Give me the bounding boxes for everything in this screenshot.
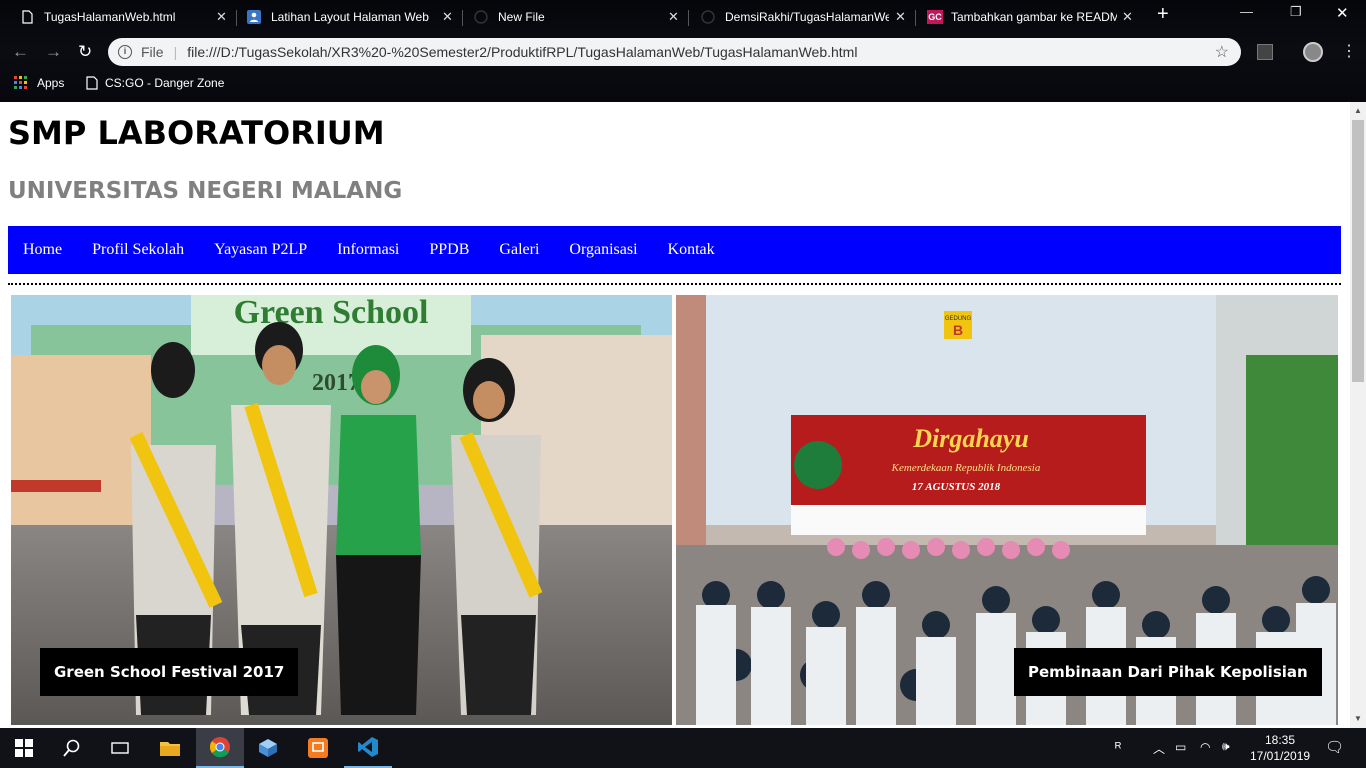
tab-title: Latihan Layout Halaman Web	[271, 10, 429, 24]
menu-item-kontak[interactable]: Kontak	[668, 241, 715, 259]
tab-2[interactable]: Latihan Layout Halaman Web	[247, 4, 447, 30]
banner-title: Dirgahayu	[912, 424, 1029, 453]
tab-3[interactable]: New File	[474, 4, 674, 30]
search-icon	[63, 739, 80, 757]
scroll-down-icon[interactable]: ▼	[1354, 714, 1362, 723]
menu-item-profil-sekolah[interactable]: Profil Sekolah	[92, 241, 184, 259]
clock[interactable]: 18:35 17/01/2019	[1250, 732, 1310, 764]
minimize-icon[interactable]: —	[1240, 4, 1253, 19]
new-tab-icon[interactable]: +	[1157, 3, 1169, 26]
taskbar: ᴿ ︿ ▭ ◠ 🕪 18:35 17/01/2019 🗨	[0, 728, 1366, 768]
tab-title: New File	[498, 10, 545, 24]
close-tab-icon[interactable]: ✕	[668, 9, 679, 25]
page-icon	[86, 76, 98, 90]
task-view-button[interactable]	[96, 728, 144, 768]
clock-date: 17/01/2019	[1250, 749, 1311, 763]
taskbar-powerpoint[interactable]	[294, 728, 342, 768]
banner-date: 17 AGUSTUS 2018	[912, 481, 1001, 493]
start-button[interactable]	[0, 728, 48, 768]
page-subtitle: UNIVERSITAS NEGERI MALANG	[8, 178, 403, 204]
divider	[8, 283, 1341, 285]
gallery-photo-kepolisian[interactable]: GEDUNG B Dirgahayu Kemerdekaan Republik …	[676, 295, 1338, 725]
close-tab-icon[interactable]: ✕	[442, 9, 453, 25]
notification-icon[interactable]: 🗨	[1325, 738, 1344, 756]
building-letter: B	[953, 322, 963, 338]
menu-item-ppdb[interactable]: PPDB	[429, 241, 469, 259]
url-text[interactable]: file:///D:/TugasSekolah/XR3%20-%20Semest…	[187, 44, 857, 60]
chrome-icon	[210, 737, 230, 758]
folder-icon	[160, 742, 180, 756]
main-menu: Home Profil Sekolah Yayasan P2LP Informa…	[8, 226, 1341, 274]
github-icon	[701, 10, 715, 24]
back-icon[interactable]: ←	[12, 42, 29, 62]
wifi-icon[interactable]: ◠	[1200, 740, 1210, 754]
scrollbar-thumb[interactable]	[1352, 120, 1364, 382]
page-title: SMP LABORATORIUM	[8, 114, 385, 152]
menu-dots-icon[interactable]: ⋮	[1341, 41, 1357, 61]
address-bar[interactable]: i File | file:///D:/TugasSekolah/XR3%20-…	[108, 38, 1241, 66]
vscode-icon	[358, 737, 378, 757]
search-button[interactable]	[48, 728, 96, 768]
restore-icon[interactable]: ❐	[1290, 4, 1302, 20]
people-icon[interactable]: ᴿ	[1115, 739, 1121, 755]
gallery-photo-green-school[interactable]: Green School 2017 Green School Festival …	[11, 295, 672, 725]
page-viewport: SMP LABORATORIUM UNIVERSITAS NEGERI MALA…	[0, 102, 1350, 728]
banner-sub: Kemerdekaan Republik Indonesia	[891, 462, 1041, 474]
profile-avatar[interactable]	[1303, 42, 1323, 62]
page-scrollbar[interactable]: ▲ ▼	[1350, 102, 1366, 728]
forward-icon[interactable]: →	[45, 42, 62, 62]
tab-1[interactable]: TugasHalamanWeb.html	[20, 4, 230, 30]
window-close-icon[interactable]: ✕	[1336, 4, 1349, 22]
tab-4[interactable]: DemsiRakhi/TugasHalamanWe	[701, 4, 889, 30]
tab-title: Tambahkan gambar ke READM	[951, 10, 1117, 24]
menu-item-yayasan-p2lp[interactable]: Yayasan P2LP	[214, 241, 307, 259]
github-icon	[474, 10, 488, 24]
url-scheme: File	[141, 44, 164, 60]
taskbar-3d-builder[interactable]	[244, 728, 292, 768]
tab-title: TugasHalamanWeb.html	[44, 10, 176, 24]
menu-item-organisasi[interactable]: Organisasi	[569, 241, 637, 259]
battery-icon[interactable]: ▭	[1175, 740, 1186, 754]
file-icon	[22, 10, 33, 24]
taskbar-file-explorer[interactable]	[146, 728, 194, 768]
close-tab-icon[interactable]: ✕	[895, 9, 906, 25]
gallery-caption: Pembinaan Dari Pihak Kepolisian	[1014, 648, 1322, 696]
apps-grid-icon	[14, 76, 27, 89]
bookmark-csgo[interactable]: CS:GO - Danger Zone	[86, 76, 224, 90]
task-view-icon	[111, 742, 129, 754]
bookmark-star-icon[interactable]: ☆	[1215, 42, 1229, 62]
info-icon[interactable]: i	[118, 45, 132, 59]
bookmark-label: CS:GO - Danger Zone	[105, 76, 225, 90]
person-icon	[247, 10, 261, 24]
extension-icon[interactable]	[1257, 44, 1273, 60]
menu-item-galeri[interactable]: Galeri	[499, 241, 539, 259]
gc-icon: GC	[927, 10, 943, 24]
clock-time: 18:35	[1264, 733, 1296, 747]
tab-title: DemsiRakhi/TugasHalamanWe	[725, 10, 889, 24]
bookmark-apps[interactable]: Apps	[14, 76, 64, 90]
volume-icon[interactable]: 🕪	[1222, 739, 1230, 754]
taskbar-chrome[interactable]	[196, 728, 244, 768]
windows-icon	[15, 739, 33, 757]
menu-item-informasi[interactable]: Informasi	[337, 241, 399, 259]
green-school-sign: Green School	[234, 295, 429, 331]
menu-item-home[interactable]: Home	[23, 241, 62, 259]
close-tab-icon[interactable]: ✕	[216, 9, 227, 25]
gallery-caption: Green School Festival 2017	[40, 648, 299, 696]
cube-icon	[259, 739, 277, 757]
tab-5[interactable]: GC Tambahkan gambar ke READM	[927, 4, 1117, 30]
tray-chevron-icon[interactable]: ︿	[1153, 740, 1165, 757]
browser-chrome: TugasHalamanWeb.html ✕ Latihan Layout Ha…	[0, 0, 1366, 102]
bookmark-label: Apps	[37, 76, 65, 90]
reload-icon[interactable]: ↻	[78, 42, 92, 62]
slides-icon	[308, 738, 328, 758]
scroll-up-icon[interactable]: ▲	[1354, 106, 1362, 115]
taskbar-vscode[interactable]	[344, 728, 392, 768]
close-tab-icon[interactable]: ✕	[1122, 9, 1133, 25]
